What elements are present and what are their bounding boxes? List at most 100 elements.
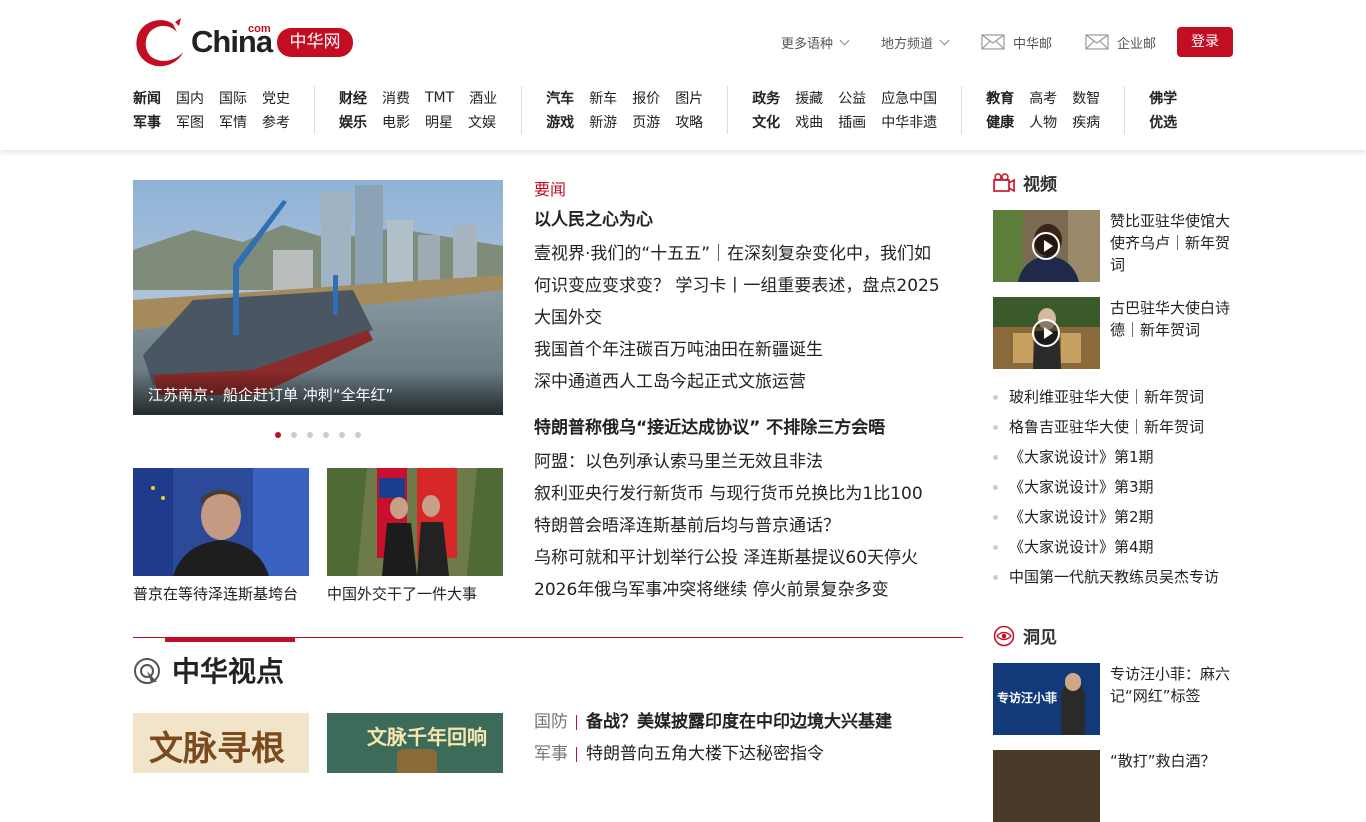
- insight-item[interactable]: 专访汪小菲 专访汪小菲：麻六记“网红”标签: [993, 663, 1233, 735]
- nav-category-link[interactable]: 军事: [133, 112, 161, 132]
- nav-row: 文化 戏曲 插画 中华非遗: [752, 110, 937, 134]
- nav-group: 政务 援藏 公益 应急中国 文化 戏曲 插画 中华非遗: [752, 86, 963, 134]
- nav-category-link[interactable]: 佛学: [1149, 88, 1177, 108]
- nav-link[interactable]: 戏曲: [795, 112, 823, 132]
- nav-link[interactable]: 军图: [176, 112, 204, 132]
- nav-link[interactable]: 国内: [176, 88, 204, 108]
- insight-title: “散打”救白酒？: [1110, 752, 1216, 770]
- video-section-title: 视频: [1023, 175, 1057, 195]
- nav-category-link[interactable]: 政务: [752, 88, 780, 108]
- nav-link[interactable]: 页游: [632, 112, 660, 132]
- local-channels-dropdown[interactable]: 地方频道: [881, 33, 950, 52]
- news-link[interactable]: 大国外交: [534, 302, 964, 334]
- headline-link[interactable]: 特朗普称俄乌“接近达成协议” 不排除三方会晤: [534, 412, 964, 446]
- nav-category-link[interactable]: 新闻: [133, 88, 161, 108]
- nav-category-link[interactable]: 教育: [986, 88, 1014, 108]
- play-icon: [1032, 232, 1060, 260]
- viewpoint-image[interactable]: 文脉千年回响: [327, 713, 503, 773]
- news-link[interactable]: 叙利亚央行发行新货币 与现行货币兑换比为1比100: [534, 478, 964, 510]
- viewpoint-title-link[interactable]: 特朗普向五角大楼下达秘密指令: [586, 738, 824, 770]
- slider-dot[interactable]: [355, 432, 361, 438]
- nav-link[interactable]: 公益: [838, 88, 866, 108]
- nav-link[interactable]: 中华非遗: [881, 112, 937, 132]
- photo-news-item[interactable]: 普京在等待泽连斯基垮台: [133, 468, 309, 604]
- video-list-item[interactable]: 《大家说设计》第1期: [993, 442, 1219, 472]
- slider-dot[interactable]: [275, 432, 281, 438]
- nav-link[interactable]: 电影: [382, 112, 410, 132]
- headline-link[interactable]: 以人民之心为心: [534, 204, 964, 238]
- languages-dropdown[interactable]: 更多语种: [781, 33, 850, 52]
- slider-dot[interactable]: [291, 432, 297, 438]
- nav-link[interactable]: 援藏: [795, 88, 823, 108]
- nav-link[interactable]: 插画: [838, 112, 866, 132]
- insight-item[interactable]: “散打”救白酒？: [993, 750, 1233, 822]
- nav-link[interactable]: 明星: [425, 112, 453, 132]
- nav-link[interactable]: 消费: [382, 88, 410, 108]
- login-button[interactable]: 登录: [1177, 27, 1233, 57]
- viewpoint-category[interactable]: 军事: [534, 738, 568, 770]
- bullet-icon: [993, 454, 998, 460]
- slider-dot[interactable]: [323, 432, 329, 438]
- site-logo[interactable]: China com 中华网: [133, 16, 355, 68]
- enterprise-mail-link[interactable]: 企业邮: [1085, 33, 1156, 52]
- nav-link[interactable]: 高考: [1029, 88, 1057, 108]
- news-link[interactable]: 深中通道西人工岛今起正式文旅运营: [534, 366, 964, 398]
- nav-link[interactable]: 人物: [1029, 112, 1057, 132]
- insight-section-title: 洞见: [1023, 628, 1057, 648]
- nav-link[interactable]: 应急中国: [881, 88, 937, 108]
- nav-link[interactable]: 新游: [589, 112, 617, 132]
- nav-link[interactable]: 数智: [1072, 88, 1100, 108]
- video-list-item[interactable]: 中国第一代航天教练员吴杰专访: [993, 562, 1219, 592]
- video-list-item[interactable]: 《大家说设计》第3期: [993, 472, 1219, 502]
- nav-link[interactable]: 疾病: [1072, 112, 1100, 132]
- hero-caption[interactable]: 江苏南京：船企赶订单 冲刺“全年红”: [133, 371, 503, 415]
- video-list-item[interactable]: 玻利维亚驻华大使｜新年贺词: [993, 382, 1219, 412]
- nav-link[interactable]: 图片: [675, 88, 703, 108]
- news-link[interactable]: 阿盟：以色列承认索马里兰无效且非法: [534, 446, 964, 478]
- news-link[interactable]: 壹视界·我们的“十五五”｜在深刻复杂变化中，我们如: [534, 238, 964, 270]
- nav-link[interactable]: 新车: [589, 88, 617, 108]
- nav-link[interactable]: 文娱: [468, 112, 496, 132]
- nav-link[interactable]: 攻略: [675, 112, 703, 132]
- viewpoint-category[interactable]: 国防: [534, 706, 568, 738]
- viewpoint-row[interactable]: 国防 备战？美媒披露印度在中印边境大兴基建: [534, 706, 892, 738]
- languages-label: 更多语种: [781, 36, 834, 52]
- nav-link[interactable]: 军情: [219, 112, 247, 132]
- news-link[interactable]: 乌称可就和平计划举行公投 泽连斯基提议60天停火: [534, 542, 964, 574]
- slider-dot[interactable]: [339, 432, 345, 438]
- photo-news-item[interactable]: 中国外交干了一件大事: [327, 468, 503, 604]
- category-separator: [576, 715, 577, 730]
- nav-category-link[interactable]: 文化: [752, 112, 780, 132]
- news-link[interactable]: 特朗普会晤泽连斯基前后均与普京通话？: [534, 510, 964, 542]
- nav-link[interactable]: 参考: [262, 112, 290, 132]
- insight-title: 专访汪小菲：麻六记“网红”标签: [1110, 665, 1231, 705]
- news-link[interactable]: 我国首个年注碳百万吨油田在新疆诞生: [534, 334, 964, 366]
- hero-slider[interactable]: 江苏南京：船企赶订单 冲刺“全年红”: [133, 180, 503, 415]
- nav-category-link[interactable]: 汽车: [546, 88, 574, 108]
- nav-category-link[interactable]: 健康: [986, 112, 1014, 132]
- nav-category-link[interactable]: 优选: [1149, 112, 1177, 132]
- nav-link[interactable]: TMT: [425, 90, 454, 106]
- nav-link[interactable]: 国际: [219, 88, 247, 108]
- local-channels-label: 地方频道: [881, 36, 934, 52]
- nav-link[interactable]: 党史: [262, 88, 290, 108]
- nav-category-link[interactable]: 财经: [339, 88, 367, 108]
- viewpoint-title-link[interactable]: 备战？美媒披露印度在中印边境大兴基建: [586, 706, 892, 738]
- video-item[interactable]: 赞比亚驻华使馆大使齐乌卢｜新年贺词: [993, 210, 1233, 282]
- zhonghua-mail-link[interactable]: 中华邮: [981, 33, 1052, 52]
- viewpoint-image-text: 文脉寻根: [149, 729, 285, 769]
- video-item[interactable]: 古巴驻华大使白诗德｜新年贺词: [993, 297, 1233, 369]
- viewpoint-image[interactable]: 文脉寻根: [133, 713, 309, 773]
- viewpoint-row[interactable]: 军事 特朗普向五角大楼下达秘密指令: [534, 738, 892, 770]
- news-link[interactable]: 何识变应变求变？ 学习卡丨一组重要表述，盘点2025: [534, 270, 964, 302]
- news-link[interactable]: 2026年俄乌军事冲突将继续 停火前景复杂多变: [534, 574, 964, 606]
- nav-link[interactable]: 酒业: [469, 88, 497, 108]
- nav-category-link[interactable]: 娱乐: [339, 112, 367, 132]
- video-list-item[interactable]: 格鲁吉亚驻华大使｜新年贺词: [993, 412, 1219, 442]
- nav-category-link[interactable]: 游戏: [546, 112, 574, 132]
- video-list-item[interactable]: 《大家说设计》第2期: [993, 502, 1219, 532]
- video-list-item[interactable]: 《大家说设计》第4期: [993, 532, 1219, 562]
- slider-dot[interactable]: [307, 432, 313, 438]
- nav-link[interactable]: 报价: [632, 88, 660, 108]
- photo-news-image: [327, 468, 503, 576]
